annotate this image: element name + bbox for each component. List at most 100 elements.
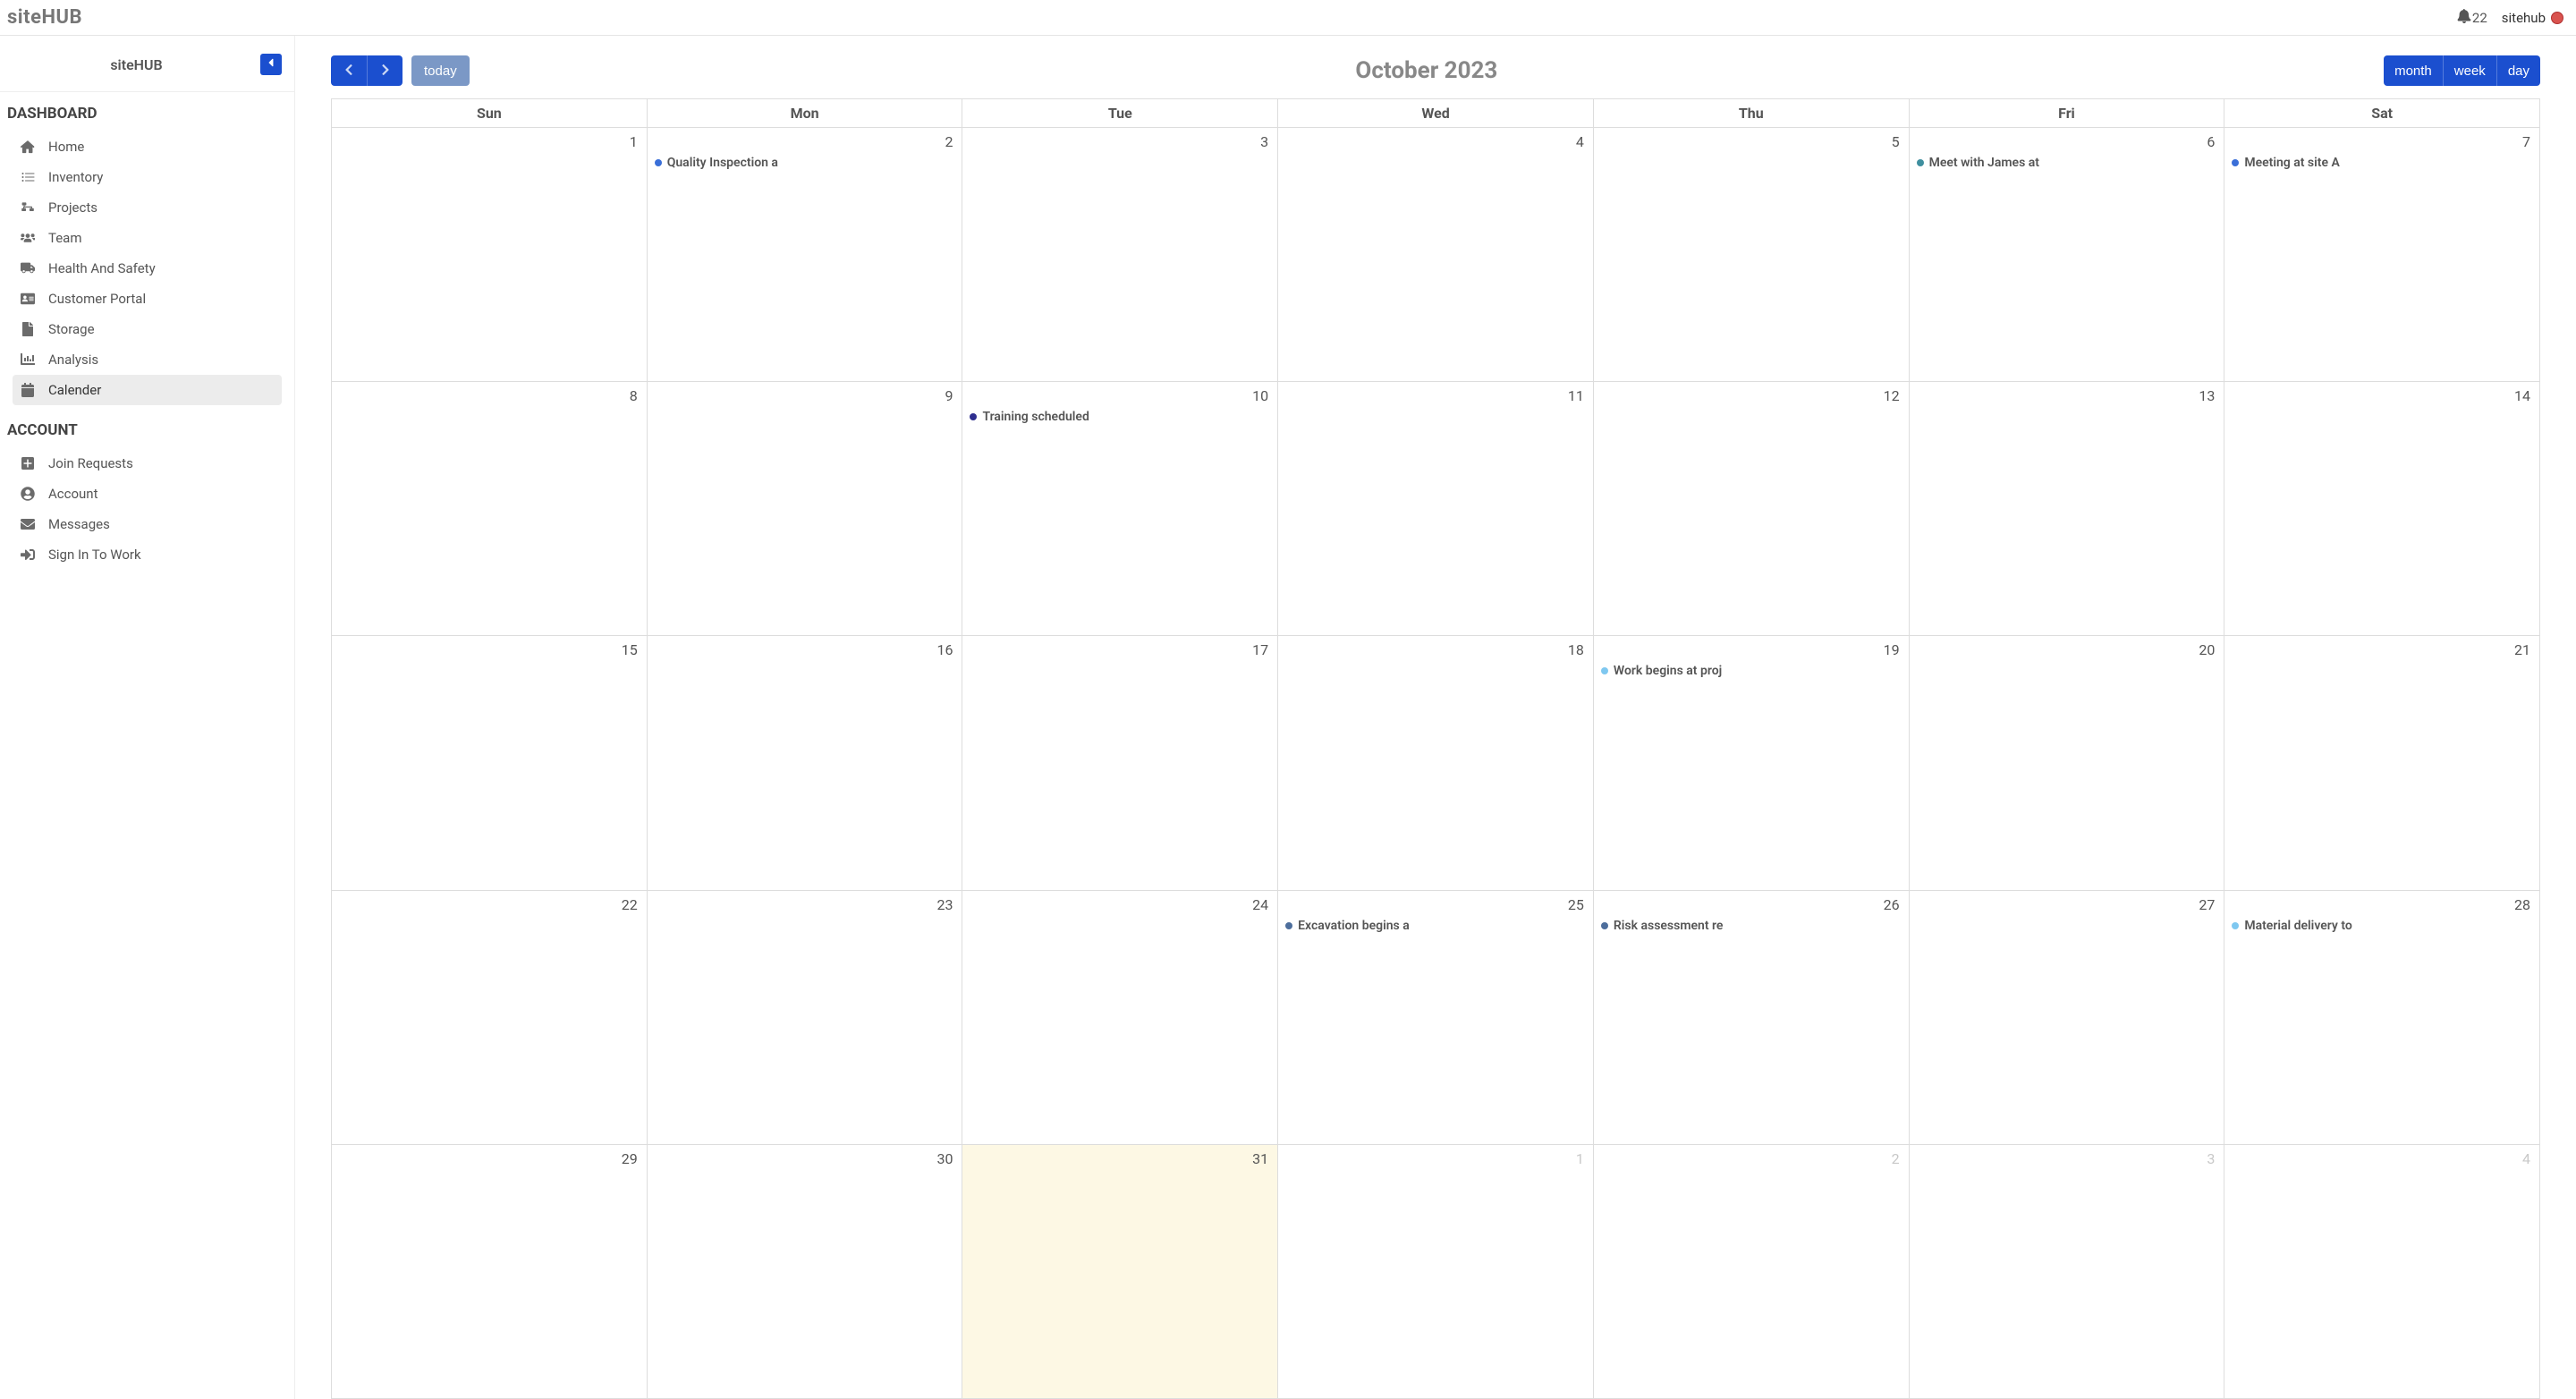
calendar-event[interactable]: Excavation begins a xyxy=(1284,917,1588,935)
calendar-cell[interactable]: 20 xyxy=(1909,636,2224,890)
event-label: Risk assessment re xyxy=(1614,919,1724,933)
calendar-daynum: 7 xyxy=(2230,131,2534,154)
calendar-cell[interactable]: 12 xyxy=(1593,382,1909,636)
calendar-dow: Sun xyxy=(332,99,647,128)
calendar-cell[interactable]: 9 xyxy=(647,382,962,636)
sidebar-item-health-and-safety[interactable]: Health And Safety xyxy=(13,253,282,284)
calendar-daynum: 30 xyxy=(653,1149,957,1171)
user-menu[interactable]: sitehub xyxy=(2502,10,2563,26)
calendar-dow: Wed xyxy=(1277,99,1593,128)
sidebar-item-customer-portal[interactable]: Customer Portal xyxy=(13,284,282,314)
sidebar-item-home[interactable]: Home xyxy=(13,131,282,162)
calendar-event[interactable]: Meet with James at xyxy=(1915,154,2219,172)
calendar-cell[interactable]: 4 xyxy=(1277,128,1593,382)
calendar-daynum: 24 xyxy=(968,895,1272,917)
calendar-cell[interactable]: 7 Meeting at site A xyxy=(2224,128,2539,382)
calendar-cell[interactable]: 28Material delivery to xyxy=(2224,891,2539,1145)
calendar-daynum: 1 xyxy=(1284,1149,1588,1171)
calendar-cell[interactable]: 24 xyxy=(962,891,1277,1145)
calendar-cell[interactable]: 16 xyxy=(647,636,962,890)
sidebar-item-account[interactable]: Account xyxy=(13,479,282,509)
calendar-daynum: 10 xyxy=(968,386,1272,408)
chevron-left-icon xyxy=(344,64,353,79)
sidebar-item-projects[interactable]: Projects xyxy=(13,192,282,223)
calendar-cell[interactable]: 25Excavation begins a xyxy=(1277,891,1593,1145)
calendar-event[interactable]: Risk assessment re xyxy=(1599,917,1903,935)
calendar-cell[interactable]: 13 xyxy=(1909,382,2224,636)
event-label: Training scheduled xyxy=(982,410,1089,424)
calendar-dow: Tue xyxy=(962,99,1277,128)
calendar-cell[interactable]: 31 xyxy=(962,1145,1277,1399)
sidebar-item-calender[interactable]: Calender xyxy=(13,375,282,405)
sidebar-item-label: Projects xyxy=(48,199,97,216)
calendar-event[interactable]: Quality Inspection a xyxy=(653,154,957,172)
calendar-cell[interactable]: 10 Training scheduled xyxy=(962,382,1277,636)
next-button[interactable] xyxy=(367,55,402,86)
calendar-cell[interactable]: 26 Risk assessment re xyxy=(1593,891,1909,1145)
calendar-event[interactable]: Material delivery to xyxy=(2230,917,2534,935)
calendar-daynum: 18 xyxy=(1284,640,1588,662)
prev-button[interactable] xyxy=(331,55,367,86)
calendar-cell[interactable]: 21 xyxy=(2224,636,2539,890)
event-label: Meeting at site A xyxy=(2244,156,2340,170)
calendar-cell[interactable]: 1 xyxy=(1277,1145,1593,1399)
event-dot-icon xyxy=(1285,922,1292,929)
calendar-cell[interactable]: 15 xyxy=(332,636,647,890)
calendar-daynum: 20 xyxy=(1915,640,2219,662)
calendar-cell[interactable]: 3 xyxy=(1909,1145,2224,1399)
calendar-cell[interactable]: 5 xyxy=(1593,128,1909,382)
calendar-cell[interactable]: 1 xyxy=(332,128,647,382)
calendar-daynum: 26 xyxy=(1599,895,1903,917)
calendar-cell[interactable]: 17 xyxy=(962,636,1277,890)
view-month-button[interactable]: month xyxy=(2384,55,2443,86)
sidebar-item-storage[interactable]: Storage xyxy=(13,314,282,344)
calendar-cell[interactable]: 2 xyxy=(1593,1145,1909,1399)
username: sitehub xyxy=(2502,10,2546,26)
main-content: today October 2023 month week day SunMon… xyxy=(295,36,2576,1399)
view-week-button[interactable]: week xyxy=(2443,55,2496,86)
event-label: Work begins at proj xyxy=(1614,664,1722,678)
calendar-cell[interactable]: 23 xyxy=(647,891,962,1145)
calendar-cell[interactable]: 18 xyxy=(1277,636,1593,890)
calendar-cell[interactable]: 29 xyxy=(332,1145,647,1399)
calendar-daynum: 23 xyxy=(653,895,957,917)
calendar-dow: Fri xyxy=(1909,99,2224,128)
home-icon xyxy=(20,140,36,154)
calendar-cell[interactable]: 14 xyxy=(2224,382,2539,636)
calendar-cell[interactable]: 4 xyxy=(2224,1145,2539,1399)
sidebar-collapse-button[interactable] xyxy=(260,54,282,75)
sidebar-item-messages[interactable]: Messages xyxy=(13,509,282,539)
view-day-button[interactable]: day xyxy=(2496,55,2540,86)
sidebar-item-analysis[interactable]: Analysis xyxy=(13,344,282,375)
calendar-event[interactable]: Meeting at site A xyxy=(2230,154,2534,172)
calendar-cell[interactable]: 27 xyxy=(1909,891,2224,1145)
calendar-daynum: 21 xyxy=(2230,640,2534,662)
sidebar-item-label: Inventory xyxy=(48,169,103,185)
calendar-cell[interactable]: 8 xyxy=(332,382,647,636)
calendar-cell[interactable]: 19 Work begins at proj xyxy=(1593,636,1909,890)
calendar-daynum: 11 xyxy=(1284,386,1588,408)
calendar-cell[interactable]: 30 xyxy=(647,1145,962,1399)
notifications-button[interactable]: 22 xyxy=(2457,9,2487,27)
sidebar-item-inventory[interactable]: Inventory xyxy=(13,162,282,192)
calendar-cell[interactable]: 6Meet with James at xyxy=(1909,128,2224,382)
sidebar-item-join-requests[interactable]: Join Requests xyxy=(13,448,282,479)
today-button[interactable]: today xyxy=(411,55,470,86)
caret-left-icon xyxy=(266,57,276,72)
calendar-daynum: 27 xyxy=(1915,895,2219,917)
sidebar-item-team[interactable]: Team xyxy=(13,223,282,253)
calendar-cell[interactable]: 2Quality Inspection a xyxy=(647,128,962,382)
calendar-cell[interactable]: 11 xyxy=(1277,382,1593,636)
calendar-daynum: 6 xyxy=(1915,131,2219,154)
calendar-daynum: 16 xyxy=(653,640,957,662)
calendar-event[interactable]: Work begins at proj xyxy=(1599,662,1903,680)
calendar-cell[interactable]: 22 xyxy=(332,891,647,1145)
calendar-daynum: 19 xyxy=(1599,640,1903,662)
calendar-event[interactable]: Training scheduled xyxy=(968,408,1272,426)
calendar-icon xyxy=(20,383,36,397)
sidebar-item-sign-in-to-work[interactable]: Sign In To Work xyxy=(13,539,282,570)
event-dot-icon xyxy=(1601,922,1608,929)
calendar-cell[interactable]: 3 xyxy=(962,128,1277,382)
divider xyxy=(0,91,294,92)
sidebar-item-label: Messages xyxy=(48,516,110,532)
